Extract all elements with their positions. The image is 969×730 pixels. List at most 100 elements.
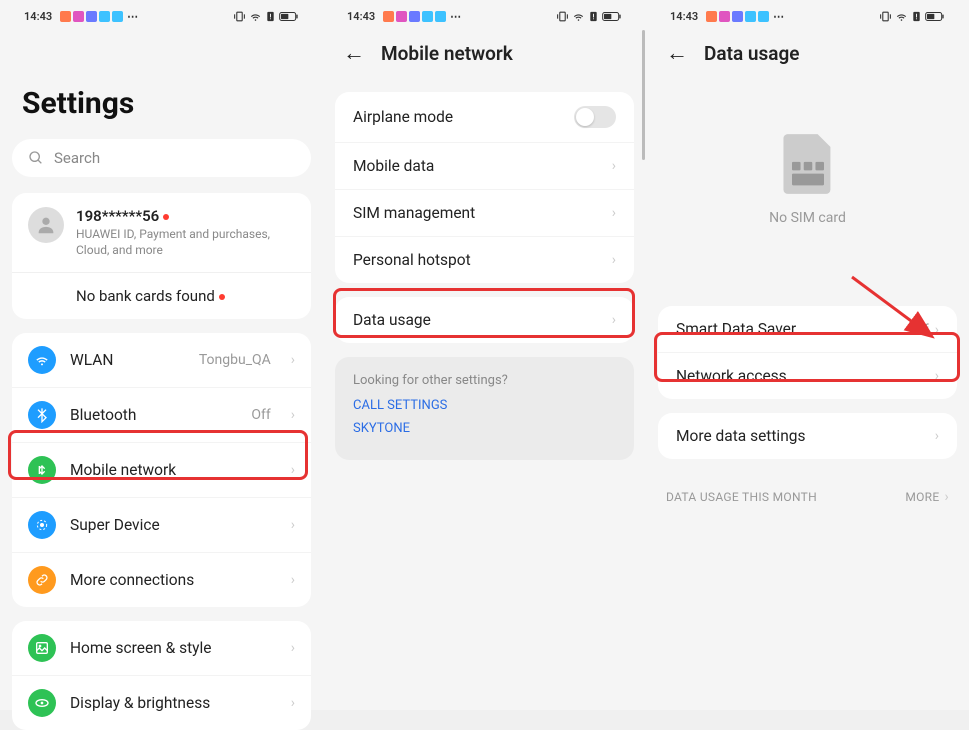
more-settings-card: More data settings › [658,413,957,459]
row-label: Network access [676,367,787,385]
battery-icon [925,11,945,22]
link-icon [28,566,56,594]
row-label: Smart Data Saver [676,320,796,338]
status-app-icons [60,11,123,22]
battery-icon [602,11,622,22]
chevron-right-icon: › [612,312,616,328]
search-input[interactable]: Search [12,139,311,177]
status-right-icons [233,10,299,23]
mobile-network-row[interactable]: Mobile network › [12,443,311,498]
account-card: 198******56 HUAWEI ID, Payment and purch… [12,193,311,319]
page-title: Settings [0,30,323,139]
data-usage-section-header: DATA USAGE THIS MONTH MORE› [646,473,969,505]
status-bar: 14:43 ⋯ [646,0,969,30]
bluetooth-row[interactable]: Bluetooth Off › [12,388,311,443]
home-screen-row[interactable]: Home screen & style › [12,621,311,676]
back-arrow-icon[interactable]: ← [343,40,365,66]
vibrate-icon [233,10,246,23]
chevron-right-icon: › [612,158,616,174]
sim-card-icon [780,132,836,196]
row-value: Off [909,322,928,338]
row-value: Tongbu_QA [199,352,271,368]
data-usage-row[interactable]: Data usage › [335,297,634,343]
other-settings-card: Looking for other settings? CALL SETTING… [335,357,634,460]
super-device-row[interactable]: Super Device › [12,498,311,553]
chevron-right-icon: › [935,322,939,338]
more-data-settings-row[interactable]: More data settings › [658,413,957,459]
red-dot-icon [163,214,169,220]
skytone-link[interactable]: SKYTONE [353,421,616,436]
data-usage-card: Data usage › [335,297,634,343]
row-label: More connections [70,571,271,589]
search-placeholder: Search [54,149,100,167]
chevron-right-icon: › [291,695,295,711]
account-name: 198******56 [76,207,295,225]
bank-cards-row[interactable]: No bank cards found [12,273,311,319]
avatar-icon [28,207,64,243]
bluetooth-icon [28,401,56,429]
page-title: Mobile network [381,42,513,65]
row-label: Super Device [70,516,271,534]
account-sub: HUAWEI ID, Payment and purchases, Cloud,… [76,227,295,258]
chevron-right-icon: › [291,352,295,368]
page-header: ← Mobile network [323,30,646,72]
airplane-mode-row[interactable]: Airplane mode [335,92,634,143]
row-label: Bluetooth [70,406,237,424]
vibrate-icon [556,10,569,23]
call-settings-link[interactable]: CALL SETTINGS [353,398,616,413]
wlan-row[interactable]: WLAN Tongbu_QA › [12,333,311,388]
display-brightness-row[interactable]: Display & brightness › [12,676,311,730]
exclaim-icon [911,11,922,22]
status-time: 14:43 [670,10,698,23]
more-link[interactable]: MORE› [905,489,949,505]
chevron-right-icon: › [944,489,949,505]
status-more-dots: ⋯ [127,10,138,23]
cellular-icon [28,456,56,484]
mobile-data-row[interactable]: Mobile data › [335,143,634,190]
row-label: Airplane mode [353,108,453,126]
screen-mobile-network: 14:43 ⋯ ← Mobile network Airplane mode [323,0,646,710]
status-time: 14:43 [24,10,52,23]
status-time: 14:43 [347,10,375,23]
back-arrow-icon[interactable]: ← [666,40,688,66]
chevron-right-icon: › [935,428,939,444]
scroll-indicator [642,30,645,160]
toggle-switch[interactable] [574,106,616,128]
screen-settings: 14:43 ⋯ Settings Search [0,0,323,710]
chevron-right-icon: › [291,517,295,533]
more-connections-row[interactable]: More connections › [12,553,311,607]
smart-data-saver-row[interactable]: Smart Data Saver Off › [658,306,957,353]
sim-management-row[interactable]: SIM management › [335,190,634,237]
wifi-icon [28,346,56,374]
row-label: More data settings [676,427,805,445]
screen-data-usage: 14:43 ⋯ ← Data usage [646,0,969,710]
chevron-right-icon: › [291,462,295,478]
chevron-right-icon: › [291,572,295,588]
eye-icon [28,689,56,717]
status-bar: 14:43 ⋯ [323,0,646,30]
status-app-icons [706,11,769,22]
row-label: Data usage [353,311,431,329]
network-access-row[interactable]: Network access › [658,353,957,399]
status-bar: 14:43 ⋯ [0,0,323,30]
account-row[interactable]: 198******56 HUAWEI ID, Payment and purch… [12,193,311,273]
chevron-right-icon: › [612,205,616,221]
row-value: Off [251,407,270,423]
row-label: Personal hotspot [353,251,471,269]
no-sim-text: No SIM card [769,210,846,226]
row-label: Home screen & style [70,639,271,657]
search-icon [28,150,44,166]
status-app-icons [383,11,446,22]
network-options-card: Airplane mode Mobile data › SIM manageme… [335,92,634,283]
hint-title: Looking for other settings? [353,373,616,388]
row-label: WLAN [70,351,185,369]
vibrate-icon [879,10,892,23]
row-label: Mobile network [70,461,271,479]
wifi-icon [895,10,908,23]
status-right-icons [879,10,945,23]
home-style-icon [28,634,56,662]
row-label: SIM management [353,204,475,222]
status-more-dots: ⋯ [773,10,784,23]
status-right-icons [556,10,622,23]
personal-hotspot-row[interactable]: Personal hotspot › [335,237,634,283]
